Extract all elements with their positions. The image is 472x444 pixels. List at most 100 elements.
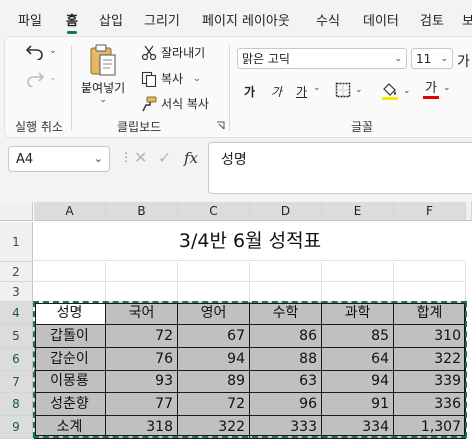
- table-header-cell[interactable]: 국어: [106, 302, 178, 325]
- tab-review[interactable]: 검토: [420, 10, 444, 29]
- table-cell-total[interactable]: 336: [394, 393, 466, 416]
- table-cell[interactable]: 85: [322, 325, 394, 348]
- table-cell[interactable]: 72: [178, 393, 250, 416]
- column-header-f[interactable]: F: [394, 202, 466, 221]
- dialog-launcher-icon[interactable]: [216, 121, 225, 130]
- cut-button[interactable]: 잘라내기: [141, 44, 205, 61]
- paste-button[interactable]: 붙여넣기 ⌄: [81, 43, 125, 105]
- more-options-icon[interactable]: ⋮: [120, 150, 132, 164]
- table-cell[interactable]: 76: [106, 348, 178, 371]
- row-header-1[interactable]: 1: [0, 222, 33, 262]
- table-cell-total[interactable]: 322: [394, 348, 466, 371]
- table-cell[interactable]: 63: [250, 371, 322, 393]
- italic-button[interactable]: 가: [271, 83, 282, 100]
- table-cell[interactable]: 72: [106, 325, 178, 348]
- table-cell[interactable]: 89: [178, 371, 250, 393]
- cell[interactable]: [34, 282, 106, 302]
- cell[interactable]: [394, 262, 466, 282]
- tab-page-layout[interactable]: 페이지 레이아웃: [202, 10, 290, 29]
- table-cell[interactable]: 64: [322, 348, 394, 371]
- increase-font-size-button[interactable]: 가: [457, 51, 470, 71]
- cell[interactable]: [250, 282, 322, 302]
- cell[interactable]: [178, 262, 250, 282]
- cell[interactable]: [322, 262, 394, 282]
- table-cell-name[interactable]: 갑돌이: [34, 325, 106, 348]
- column-header-e[interactable]: E: [322, 202, 394, 221]
- underline-button[interactable]: 가: [296, 83, 307, 100]
- cell[interactable]: [106, 262, 178, 282]
- formula-input[interactable]: 성명: [208, 142, 472, 194]
- cell[interactable]: [322, 282, 394, 302]
- cell[interactable]: [34, 262, 106, 282]
- tab-formulas[interactable]: 수식: [316, 10, 340, 29]
- cell[interactable]: [394, 282, 466, 302]
- chevron-down-icon[interactable]: ⌄: [313, 83, 321, 93]
- table-cell-name[interactable]: 성춘향: [34, 393, 106, 416]
- row-header-9[interactable]: 9: [0, 416, 33, 439]
- font-color-button[interactable]: 가: [423, 81, 439, 99]
- font-size-select[interactable]: 11 ⌄: [411, 48, 453, 69]
- table-cell-total[interactable]: 339: [394, 371, 466, 393]
- tab-draw[interactable]: 그리기: [144, 10, 180, 29]
- column-header-g-partial[interactable]: [466, 202, 472, 221]
- fill-color-button[interactable]: ⌄: [381, 81, 411, 101]
- table-cell-grand-total[interactable]: 1,307: [394, 416, 466, 439]
- column-header-a[interactable]: A: [34, 202, 106, 221]
- cell[interactable]: [106, 282, 178, 302]
- table-header-cell[interactable]: 영어: [178, 302, 250, 325]
- row-header-2[interactable]: 2: [0, 262, 33, 282]
- cancel-icon[interactable]: ✕: [134, 148, 147, 167]
- table-cell[interactable]: 96: [250, 393, 322, 416]
- tab-insert[interactable]: 삽입: [99, 10, 123, 29]
- tab-data[interactable]: 데이터: [363, 10, 399, 29]
- worksheet-grid[interactable]: A B C D E F 1 2 3 4 5 6 7 8 9 3/4반 6월 성적…: [0, 202, 472, 444]
- copy-button[interactable]: 복사 ⌄: [141, 70, 201, 87]
- table-cell[interactable]: 86: [250, 325, 322, 348]
- column-header-c[interactable]: C: [178, 202, 250, 221]
- insert-function-button[interactable]: fx: [184, 149, 198, 167]
- table-header-cell[interactable]: 과학: [322, 302, 394, 325]
- row-header-4[interactable]: 4: [0, 302, 33, 325]
- table-cell[interactable]: 77: [106, 393, 178, 416]
- chevron-down-icon[interactable]: ⌄: [443, 83, 451, 93]
- table-cell-subtotal[interactable]: 334: [322, 416, 394, 439]
- tab-home[interactable]: 홈: [66, 10, 78, 34]
- row-header-7[interactable]: 7: [0, 371, 33, 393]
- table-cell[interactable]: 91: [322, 393, 394, 416]
- format-painter-button[interactable]: 서식 복사: [141, 95, 209, 112]
- cell[interactable]: [178, 282, 250, 302]
- borders-button[interactable]: ⌄: [335, 82, 363, 98]
- table-cell-subtotal[interactable]: 322: [178, 416, 250, 439]
- column-header-d[interactable]: D: [250, 202, 322, 221]
- row-header-3[interactable]: 3: [0, 282, 33, 302]
- row-header-5[interactable]: 5: [0, 325, 33, 348]
- table-cell[interactable]: 94: [322, 371, 394, 393]
- table-cell-subtotal[interactable]: 318: [106, 416, 178, 439]
- table-cell-total[interactable]: 310: [394, 325, 466, 348]
- table-cell-subtotal[interactable]: 333: [250, 416, 322, 439]
- row-header-8[interactable]: 8: [0, 393, 33, 416]
- table-cell[interactable]: 88: [250, 348, 322, 371]
- name-box[interactable]: A4 ⌄: [8, 146, 110, 172]
- table-cell[interactable]: 67: [178, 325, 250, 348]
- tab-view-truncated[interactable]: 보: [462, 10, 472, 29]
- table-header-cell[interactable]: 수학: [250, 302, 322, 325]
- row-header-6[interactable]: 6: [0, 348, 33, 371]
- undo-button[interactable]: ⌄: [25, 42, 57, 60]
- table-cell[interactable]: 93: [106, 371, 178, 393]
- table-cell-subtotal-label[interactable]: 소계: [34, 416, 106, 439]
- table-header-cell[interactable]: 성명: [34, 302, 106, 325]
- cell[interactable]: [250, 262, 322, 282]
- tab-file[interactable]: 파일: [18, 10, 42, 29]
- confirm-check-icon[interactable]: ✓: [158, 148, 171, 167]
- table-cell-name[interactable]: 갑순이: [34, 348, 106, 371]
- table-cell[interactable]: 94: [178, 348, 250, 371]
- table-cell-name[interactable]: 이몽룡: [34, 371, 106, 393]
- select-all-corner[interactable]: [0, 202, 33, 221]
- sheet-title-cell[interactable]: 3/4반 6월 성적표: [34, 222, 466, 261]
- redo-button[interactable]: ⌄: [25, 69, 57, 87]
- column-header-b[interactable]: B: [106, 202, 178, 221]
- font-name-select[interactable]: 맑은 고딕 ⌄: [237, 48, 407, 69]
- bold-button[interactable]: 가: [244, 83, 255, 100]
- table-header-cell[interactable]: 합계: [394, 302, 466, 325]
